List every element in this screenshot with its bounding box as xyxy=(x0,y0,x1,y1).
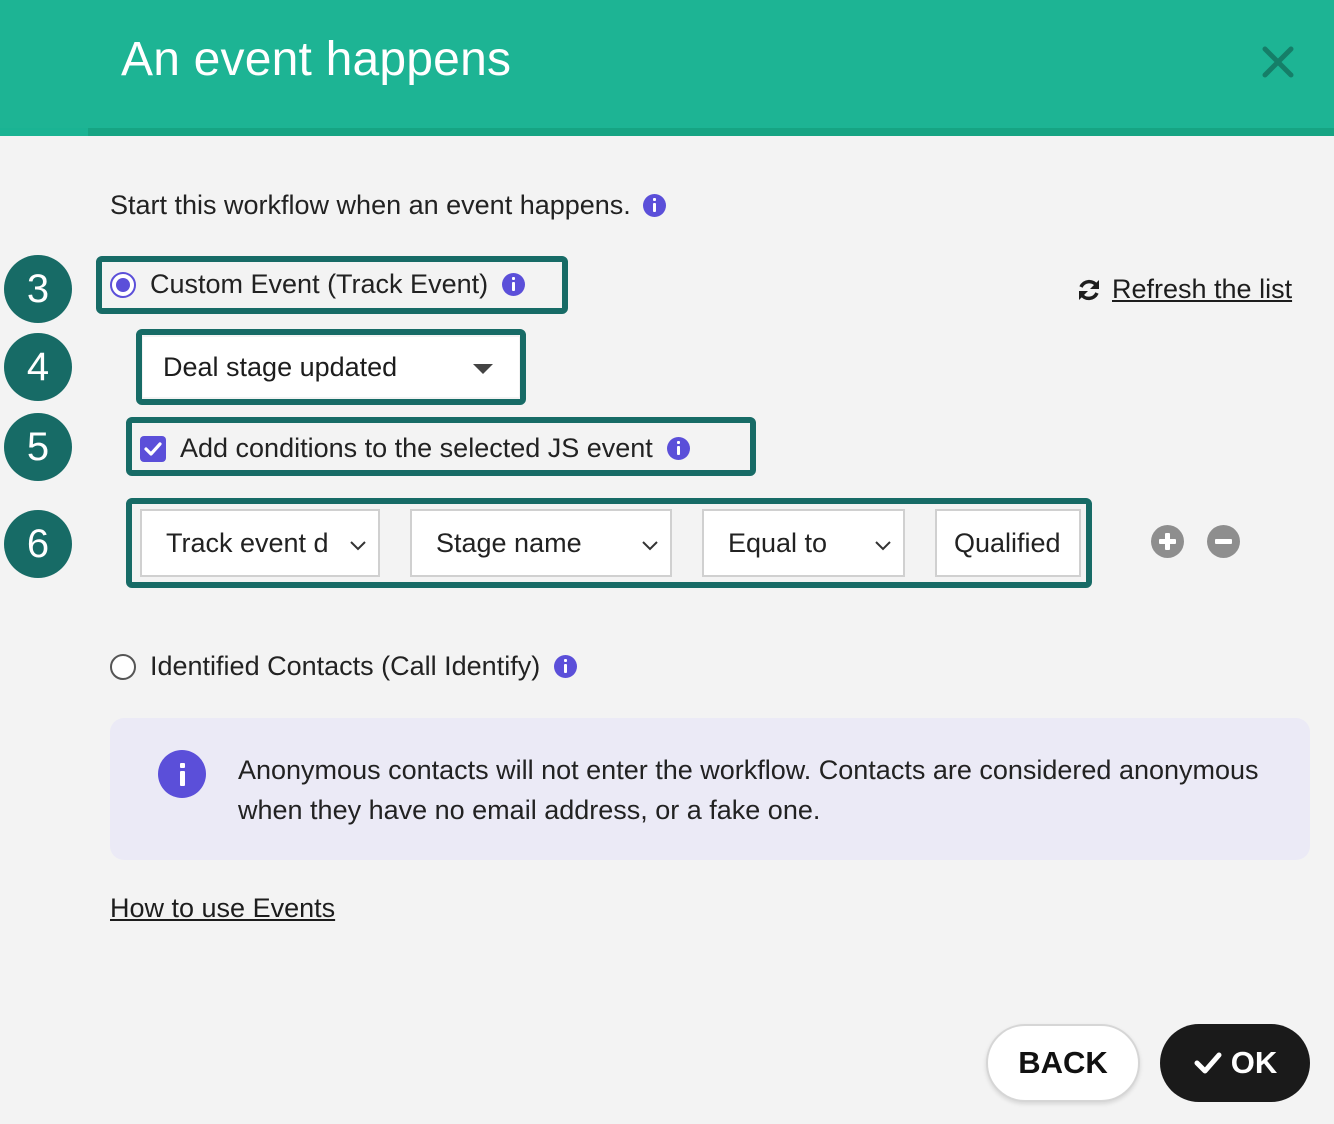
step-badge-5: 5 xyxy=(4,413,72,481)
chevron-down-icon xyxy=(642,541,658,551)
identified-contacts-option[interactable]: Identified Contacts (Call Identify) xyxy=(110,651,578,682)
checkmark-icon xyxy=(144,441,162,456)
refresh-icon xyxy=(1079,279,1099,300)
intro-line: Start this workflow when an event happen… xyxy=(110,190,666,221)
how-to-use-events-link[interactable]: How to use Events xyxy=(110,893,335,924)
conditions-option[interactable]: Add conditions to the selected JS event xyxy=(140,433,690,464)
add-condition-button[interactable] xyxy=(1151,525,1184,558)
info-icon[interactable] xyxy=(666,437,690,460)
close-button[interactable] xyxy=(1256,40,1300,84)
modal-title: An event happens xyxy=(121,33,512,86)
conditions-checkbox[interactable] xyxy=(140,435,166,462)
conditions-label: Add conditions to the selected JS event xyxy=(180,433,653,463)
intro-text: Start this workflow when an event happen… xyxy=(110,190,631,220)
event-dropdown[interactable]: Deal stage updated xyxy=(143,337,519,397)
close-icon xyxy=(1262,46,1294,78)
info-icon[interactable] xyxy=(642,194,666,217)
custom-event-label: Custom Event (Track Event) xyxy=(150,269,489,299)
condition-property-select[interactable]: Stage name xyxy=(410,509,672,577)
caret-down-icon xyxy=(473,364,493,374)
header-border xyxy=(88,128,1334,136)
identified-contacts-radio[interactable] xyxy=(110,653,136,680)
header-border-left xyxy=(0,128,88,136)
event-dropdown-value: Deal stage updated xyxy=(163,351,398,382)
info-icon[interactable] xyxy=(502,273,526,296)
step-badge-4: 4 xyxy=(4,333,72,401)
step-badge-3: 3 xyxy=(4,255,72,323)
remove-condition-button[interactable] xyxy=(1207,525,1240,558)
chevron-down-icon xyxy=(350,541,366,551)
refresh-label: Refresh the list xyxy=(1112,274,1293,304)
condition-value-input[interactable]: Qualified xyxy=(935,509,1081,577)
identified-contacts-label: Identified Contacts (Call Identify) xyxy=(150,651,541,681)
condition-operator-value: Equal to xyxy=(728,527,828,558)
back-button[interactable]: BACK xyxy=(986,1024,1140,1102)
ok-label: OK xyxy=(1230,1045,1278,1080)
condition-field-select[interactable]: Track event d xyxy=(140,509,380,577)
condition-property-value: Stage name xyxy=(436,527,582,558)
custom-event-radio[interactable] xyxy=(110,271,136,298)
info-icon[interactable] xyxy=(554,655,578,678)
condition-operator-select[interactable]: Equal to xyxy=(702,509,905,577)
refresh-list-link[interactable]: Refresh the list xyxy=(1076,274,1292,305)
ok-button[interactable]: OK xyxy=(1160,1024,1310,1102)
anonymous-notice: Anonymous contacts will not enter the wo… xyxy=(110,718,1310,860)
info-icon xyxy=(158,750,206,798)
custom-event-option[interactable]: Custom Event (Track Event) xyxy=(110,269,526,300)
notice-text: Anonymous contacts will not enter the wo… xyxy=(238,755,1259,825)
chevron-down-icon xyxy=(875,541,891,551)
checkmark-icon xyxy=(1194,1052,1222,1074)
step-badge-6: 6 xyxy=(4,510,72,578)
condition-field-value: Track event d xyxy=(166,527,329,558)
condition-value-text: Qualified xyxy=(954,527,1061,558)
